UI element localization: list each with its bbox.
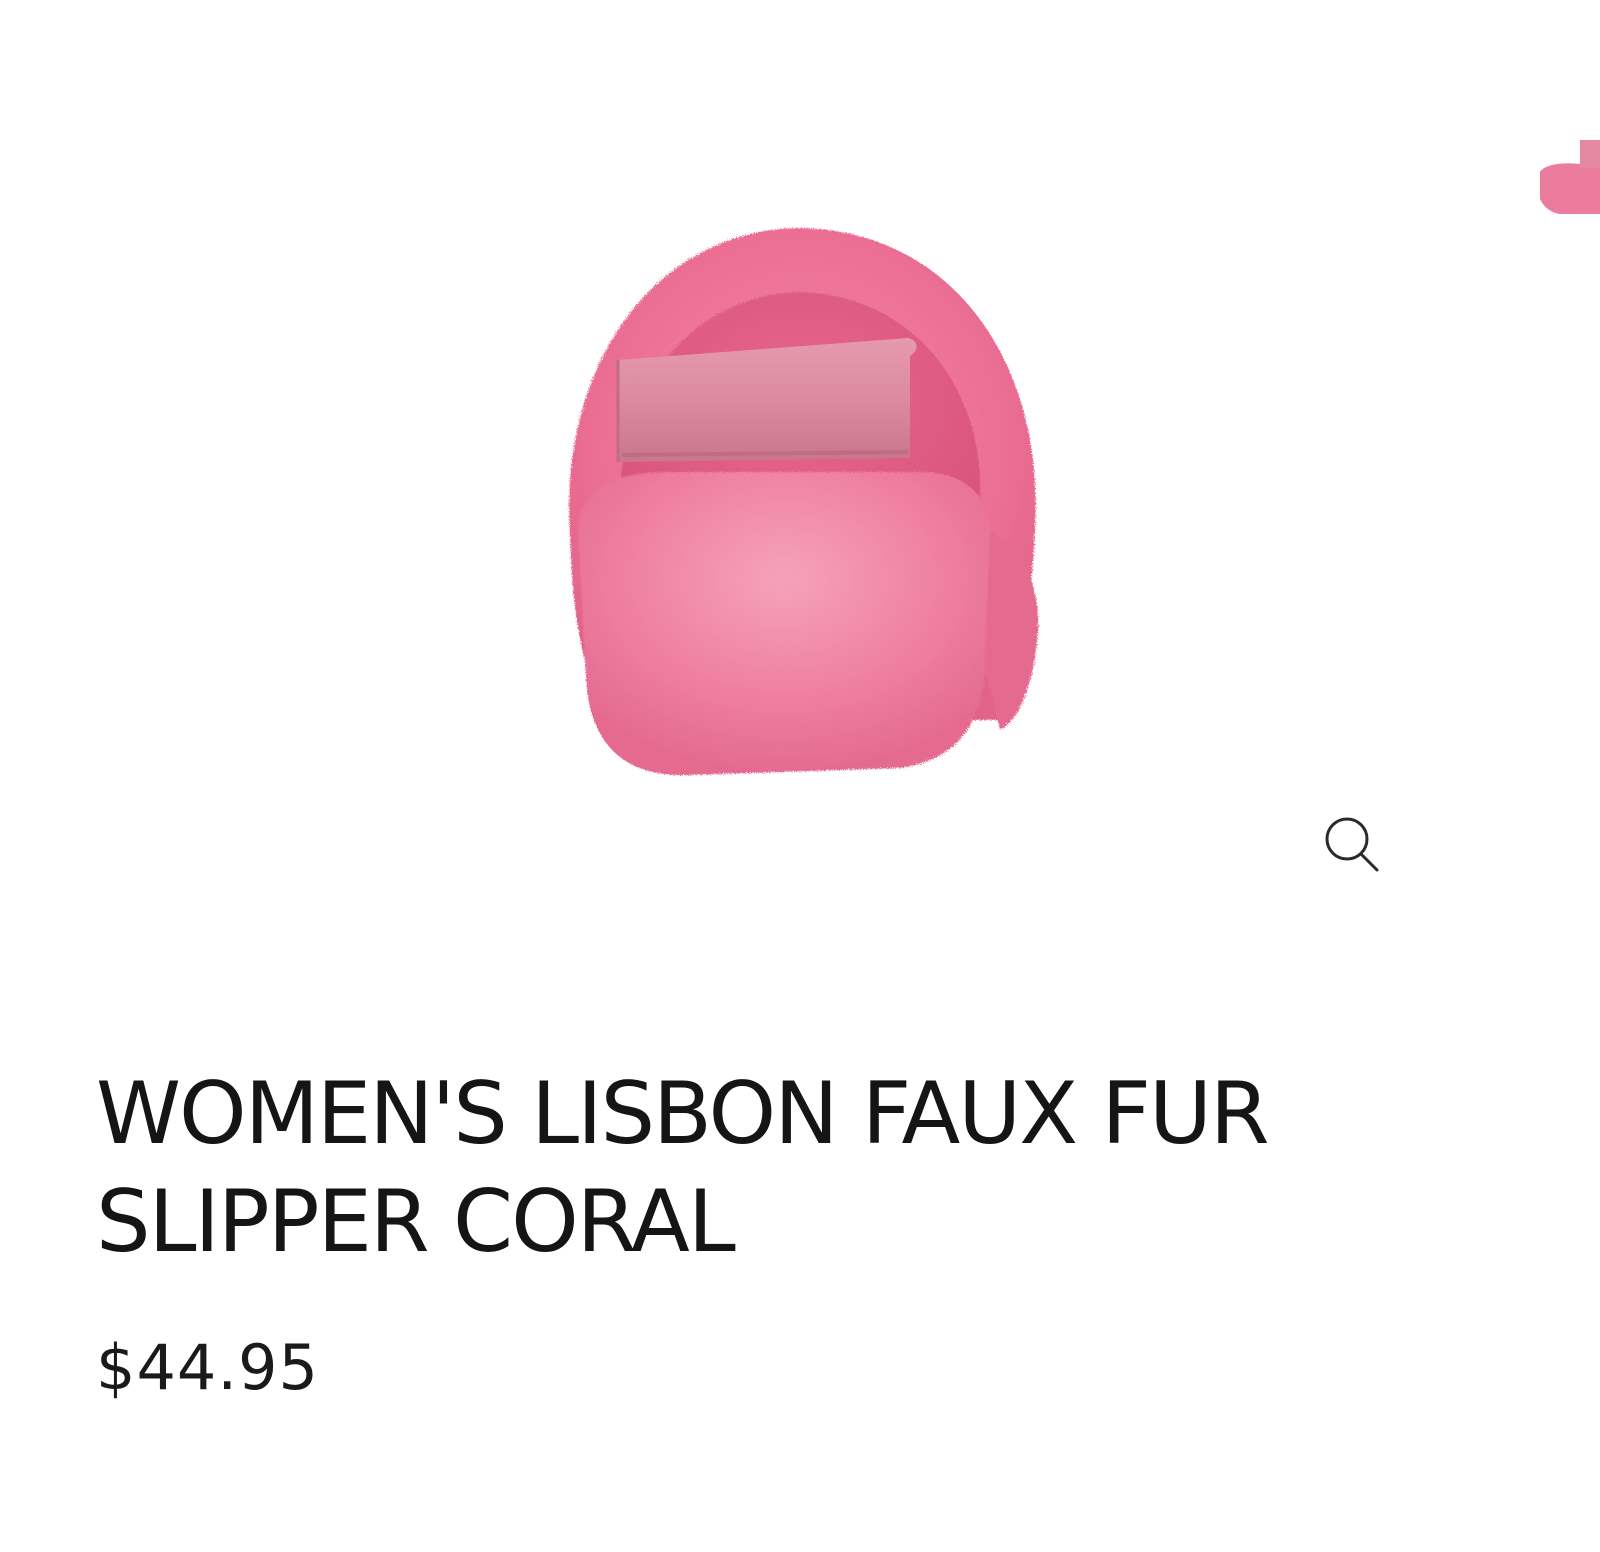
product-image[interactable] [500, 200, 1100, 850]
next-image-preview[interactable] [1540, 130, 1600, 230]
magnifier-icon [1325, 817, 1379, 872]
product-gallery[interactable] [0, 0, 1600, 920]
product-info: WOMEN'S LISBON FAUX FUR SLIPPER CORAL $4… [96, 1060, 1556, 1408]
product-price: $44.95 [96, 1331, 319, 1404]
product-title: WOMEN'S LISBON FAUX FUR SLIPPER CORAL [96, 1064, 1270, 1272]
zoom-button[interactable] [1312, 806, 1392, 886]
